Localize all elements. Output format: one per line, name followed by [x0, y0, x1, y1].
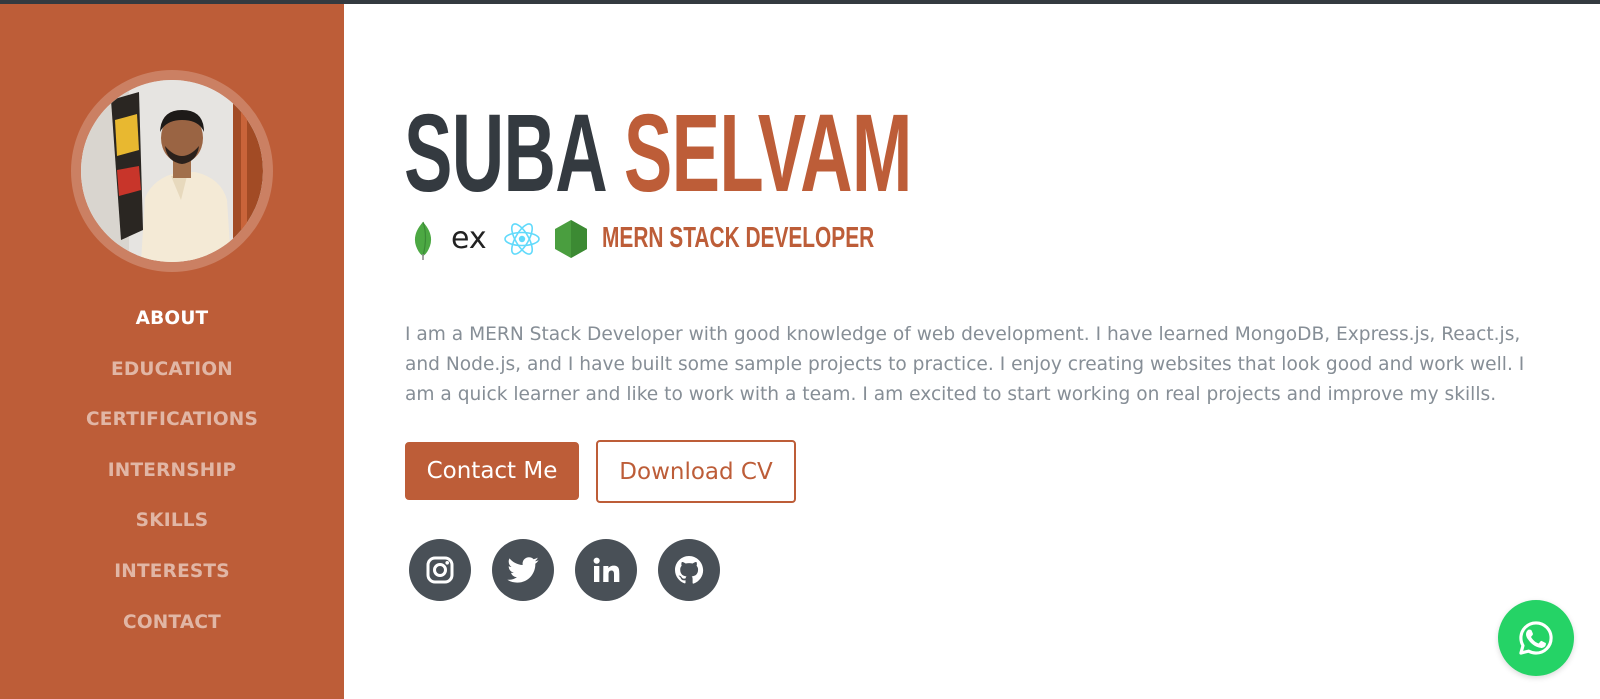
express-icon: ex: [450, 214, 492, 264]
svg-text:ex: ex: [451, 221, 487, 256]
sidebar-nav: ABOUT EDUCATION CERTIFICATIONS INTERNSHI…: [0, 294, 344, 648]
twitter-icon[interactable]: [492, 539, 554, 601]
react-icon: [502, 214, 542, 264]
nav-item-about[interactable]: ABOUT: [0, 294, 344, 345]
nodejs-icon: [552, 214, 590, 264]
nav-item-education[interactable]: EDUCATION: [0, 345, 344, 396]
instagram-icon[interactable]: [409, 539, 471, 601]
bio-text: I am a MERN Stack Developer with good kn…: [405, 324, 1525, 405]
github-icon[interactable]: [658, 539, 720, 601]
contact-me-button[interactable]: Contact Me: [405, 442, 579, 500]
nav-item-internship[interactable]: INTERNSHIP: [0, 446, 344, 497]
nav-item-skills[interactable]: SKILLS: [0, 496, 344, 547]
linkedin-icon[interactable]: [575, 539, 637, 601]
first-name: SUBA: [404, 92, 605, 215]
nav-item-contact[interactable]: CONTACT: [0, 598, 344, 649]
role-title: MERN STACK DEVELOPER: [602, 222, 875, 254]
nav-item-interests[interactable]: INTERESTS: [0, 547, 344, 598]
about-section: SUBA SELVAM ex MERN STACK DEVELOPER I am…: [344, 4, 1600, 699]
profile-photo: [81, 80, 263, 262]
sidebar: ABOUT EDUCATION CERTIFICATIONS INTERNSHI…: [0, 4, 344, 699]
page-title: SUBA SELVAM: [404, 94, 912, 214]
whatsapp-icon[interactable]: [1498, 600, 1574, 676]
last-name: SELVAM: [623, 92, 912, 215]
nav-item-certifications[interactable]: CERTIFICATIONS: [0, 395, 344, 446]
profile-photo-frame: [71, 70, 273, 272]
download-cv-button[interactable]: Download CV: [596, 440, 796, 503]
mongodb-icon: [408, 214, 438, 264]
